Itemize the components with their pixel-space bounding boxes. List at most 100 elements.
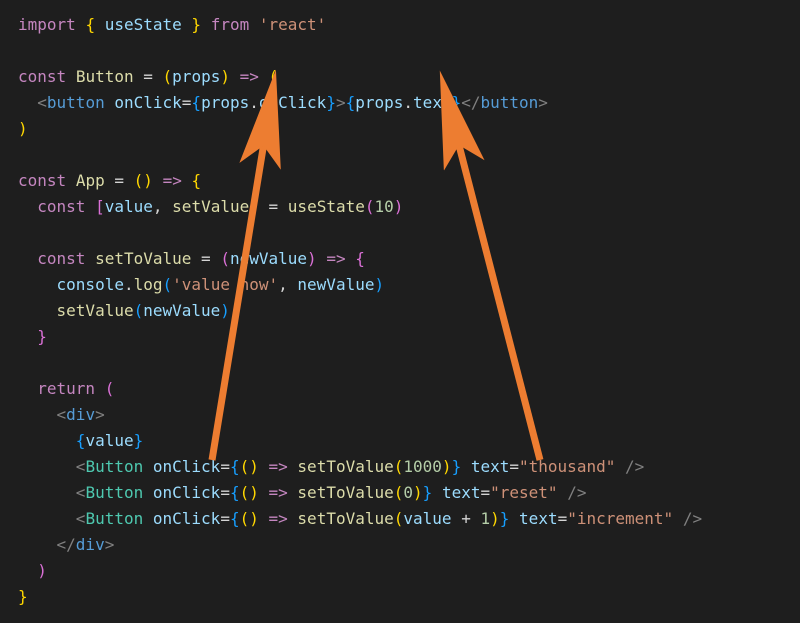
punct: = [558, 509, 568, 528]
punct: = [220, 457, 230, 476]
identifier-button: Button [76, 67, 134, 86]
paren: ( [240, 509, 250, 528]
paren: ( [394, 457, 404, 476]
identifier-setvalue: setValue [172, 197, 249, 216]
number-0: 0 [403, 483, 413, 502]
string-increment: "increment" [567, 509, 673, 528]
call-settovalue: setToValue [297, 509, 393, 528]
jsx-selfclose: /> [625, 457, 644, 476]
paren: ) [249, 509, 259, 528]
code-editor[interactable]: import { useState } from 'react' const B… [0, 0, 800, 622]
jsx-open: < [37, 93, 47, 112]
code-line: const Button = (props) => ( [18, 67, 278, 86]
bracket: [ [95, 197, 105, 216]
op-plus: + [461, 509, 471, 528]
paren: ) [249, 483, 259, 502]
brace: } [191, 15, 201, 34]
paren: ) [37, 561, 47, 580]
brace: } [134, 431, 144, 450]
brace: } [452, 457, 462, 476]
paren: ) [374, 275, 384, 294]
number-10: 10 [375, 197, 394, 216]
code-line: <Button onClick={() => setToValue(value … [18, 509, 702, 528]
paren: ) [413, 483, 423, 502]
code-line: import { useState } from 'react' [18, 15, 326, 34]
jsx-open: < [76, 509, 86, 528]
paren: ) [220, 301, 230, 320]
brace: { [230, 457, 240, 476]
paren: ( [134, 301, 144, 320]
brace: { [355, 249, 365, 268]
punct: = [182, 93, 192, 112]
call-settovalue: setToValue [297, 457, 393, 476]
call-setvalue: setValue [57, 301, 134, 320]
brace: } [500, 509, 510, 528]
dot: . [124, 275, 134, 294]
code-line: const App = () => { [18, 171, 201, 190]
code-line: } [18, 587, 28, 606]
code-line: console.log('value now', newValue) [18, 275, 384, 294]
string-valuenow: 'value now' [172, 275, 278, 294]
code-line: const [value, setValue] = useState(10) [18, 197, 403, 216]
attr-onclick: onClick [153, 483, 220, 502]
paren: ) [490, 509, 500, 528]
paren: ) [307, 249, 317, 268]
keyword-const: const [37, 249, 85, 268]
brace: } [452, 93, 462, 112]
jsx-tag-div: div [66, 405, 95, 424]
jsx-close: > [105, 535, 115, 554]
jsx-open: < [57, 405, 67, 424]
brace: { [191, 171, 201, 190]
identifier-props: props [355, 93, 403, 112]
attr-text: text [442, 483, 481, 502]
arrow: => [269, 457, 288, 476]
prop-onclick: onClick [259, 93, 326, 112]
code-line: const setToValue = (newValue) => { [18, 249, 365, 268]
code-line: <Button onClick={() => setToValue(1000)}… [18, 457, 644, 476]
punct: = [114, 171, 124, 190]
identifier-console: console [57, 275, 124, 294]
string-thousand: "thousand" [519, 457, 615, 476]
attr-text: text [519, 509, 558, 528]
keyword-import: import [18, 15, 76, 34]
punct: = [143, 67, 153, 86]
keyword-const: const [18, 67, 66, 86]
number-1000: 1000 [403, 457, 442, 476]
identifier-usestate: useState [105, 15, 182, 34]
paren: ( [394, 509, 404, 528]
jsx-selfclose: /> [567, 483, 586, 502]
paren: ( [240, 457, 250, 476]
dot: . [403, 93, 413, 112]
jsx-close: > [95, 405, 105, 424]
attr-onclick: onClick [153, 457, 220, 476]
paren: ) [143, 171, 153, 190]
jsx-component-button: Button [85, 509, 143, 528]
attr-onclick: onClick [153, 509, 220, 528]
identifier-app: App [76, 171, 105, 190]
identifier-value: value [85, 431, 133, 450]
brace: } [423, 483, 433, 502]
paren: ) [249, 457, 259, 476]
paren: ( [220, 249, 230, 268]
identifier-newvalue: newValue [143, 301, 220, 320]
bracket: ] [249, 197, 259, 216]
attr-onclick: onClick [114, 93, 181, 112]
identifier-value: value [105, 197, 153, 216]
jsx-selfclose: /> [683, 509, 702, 528]
jsx-tag-div: div [76, 535, 105, 554]
call-settovalue: setToValue [297, 483, 393, 502]
punct: = [201, 249, 211, 268]
paren: ( [163, 275, 173, 294]
jsx-open: < [76, 483, 86, 502]
code-line: <Button onClick={() => setToValue(0)} te… [18, 483, 586, 502]
paren: ( [394, 483, 404, 502]
punct: = [509, 457, 519, 476]
brace: { [230, 483, 240, 502]
number-1: 1 [480, 509, 490, 528]
arrow: => [163, 171, 182, 190]
comma: , [153, 197, 163, 216]
brace: { [76, 431, 86, 450]
identifier-props: props [201, 93, 249, 112]
arrow: => [326, 249, 345, 268]
jsx-close: > [538, 93, 548, 112]
